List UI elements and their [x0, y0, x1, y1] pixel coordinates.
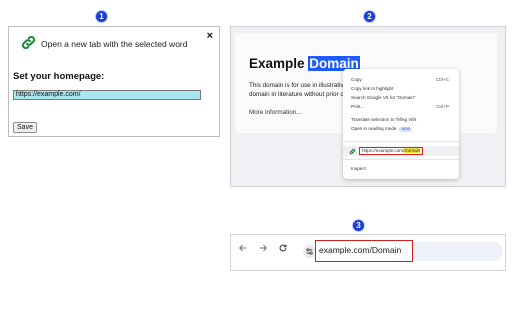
menu-item-label: Copy link to highlight: [351, 86, 394, 91]
extension-popup: Open a new tab with the selected word × …: [8, 26, 220, 137]
menu-item-copy[interactable]: Copy Ctrl+C: [351, 76, 455, 83]
menu-item-search-google[interactable]: Search Google V6 for "Domain": [351, 94, 455, 101]
browser-toolbar: example.com/Domain: [230, 234, 506, 271]
menu-item-print[interactable]: Print... Ctrl+P: [351, 103, 455, 110]
menu-item-label: Search Google V6 for "Domain": [351, 95, 416, 100]
close-icon[interactable]: ×: [207, 30, 213, 42]
step-1-badge: 1: [96, 11, 107, 22]
menu-item-shortcut: Ctrl+C: [435, 77, 449, 82]
menu-item-label: Print...: [351, 104, 365, 109]
url-prefix: https://example.com/: [362, 148, 405, 153]
context-menu: Copy Ctrl+C Copy link to highlight Searc…: [343, 69, 459, 179]
link-icon: [349, 148, 356, 156]
page-title-plain: Example: [249, 56, 305, 71]
address-bar-url[interactable]: example.com/Domain: [315, 240, 413, 262]
popup-title: Open a new tab with the selected word: [41, 39, 188, 49]
more-information-link[interactable]: More information...: [249, 109, 302, 116]
menu-divider: [343, 141, 459, 142]
menu-item-shortcut: Ctrl+P: [436, 104, 449, 109]
menu-item-inspect[interactable]: Inspect: [351, 165, 455, 172]
step-3-badge: 3: [353, 220, 364, 231]
extension-url-label[interactable]: https://example.com/Domain: [359, 147, 424, 155]
menu-item-label: Translate selection to Tiếng Việt: [351, 117, 417, 122]
menu-item-reading-mode[interactable]: Open in reading mode NEW: [351, 125, 455, 132]
menu-item-label: Inspect: [351, 166, 366, 171]
menu-item-translate[interactable]: Translate selection to Tiếng Việt: [351, 116, 455, 123]
omnibox-background[interactable]: [413, 242, 503, 261]
menu-divider: [343, 159, 459, 160]
new-badge: NEW: [399, 127, 412, 132]
arrow-right-icon[interactable]: [258, 243, 268, 256]
reload-icon[interactable]: [278, 243, 288, 256]
arrow-left-icon[interactable]: [238, 243, 248, 256]
homepage-url-input[interactable]: https://example.com/: [13, 90, 201, 100]
save-button[interactable]: Save: [13, 122, 37, 133]
page-title: Example Domain: [249, 56, 360, 71]
menu-item-label: Open in reading mode: [351, 126, 397, 131]
menu-item-label: Copy: [351, 77, 362, 82]
webpage-screenshot: Example Domain This domain is for use in…: [230, 26, 506, 187]
url-highlight: Domain: [404, 148, 421, 153]
menu-item-copy-link-to-highlight[interactable]: Copy link to highlight: [351, 85, 455, 92]
step-2-badge: 2: [364, 11, 375, 22]
link-icon: [20, 34, 37, 56]
homepage-heading: Set your homepage:: [13, 71, 105, 82]
